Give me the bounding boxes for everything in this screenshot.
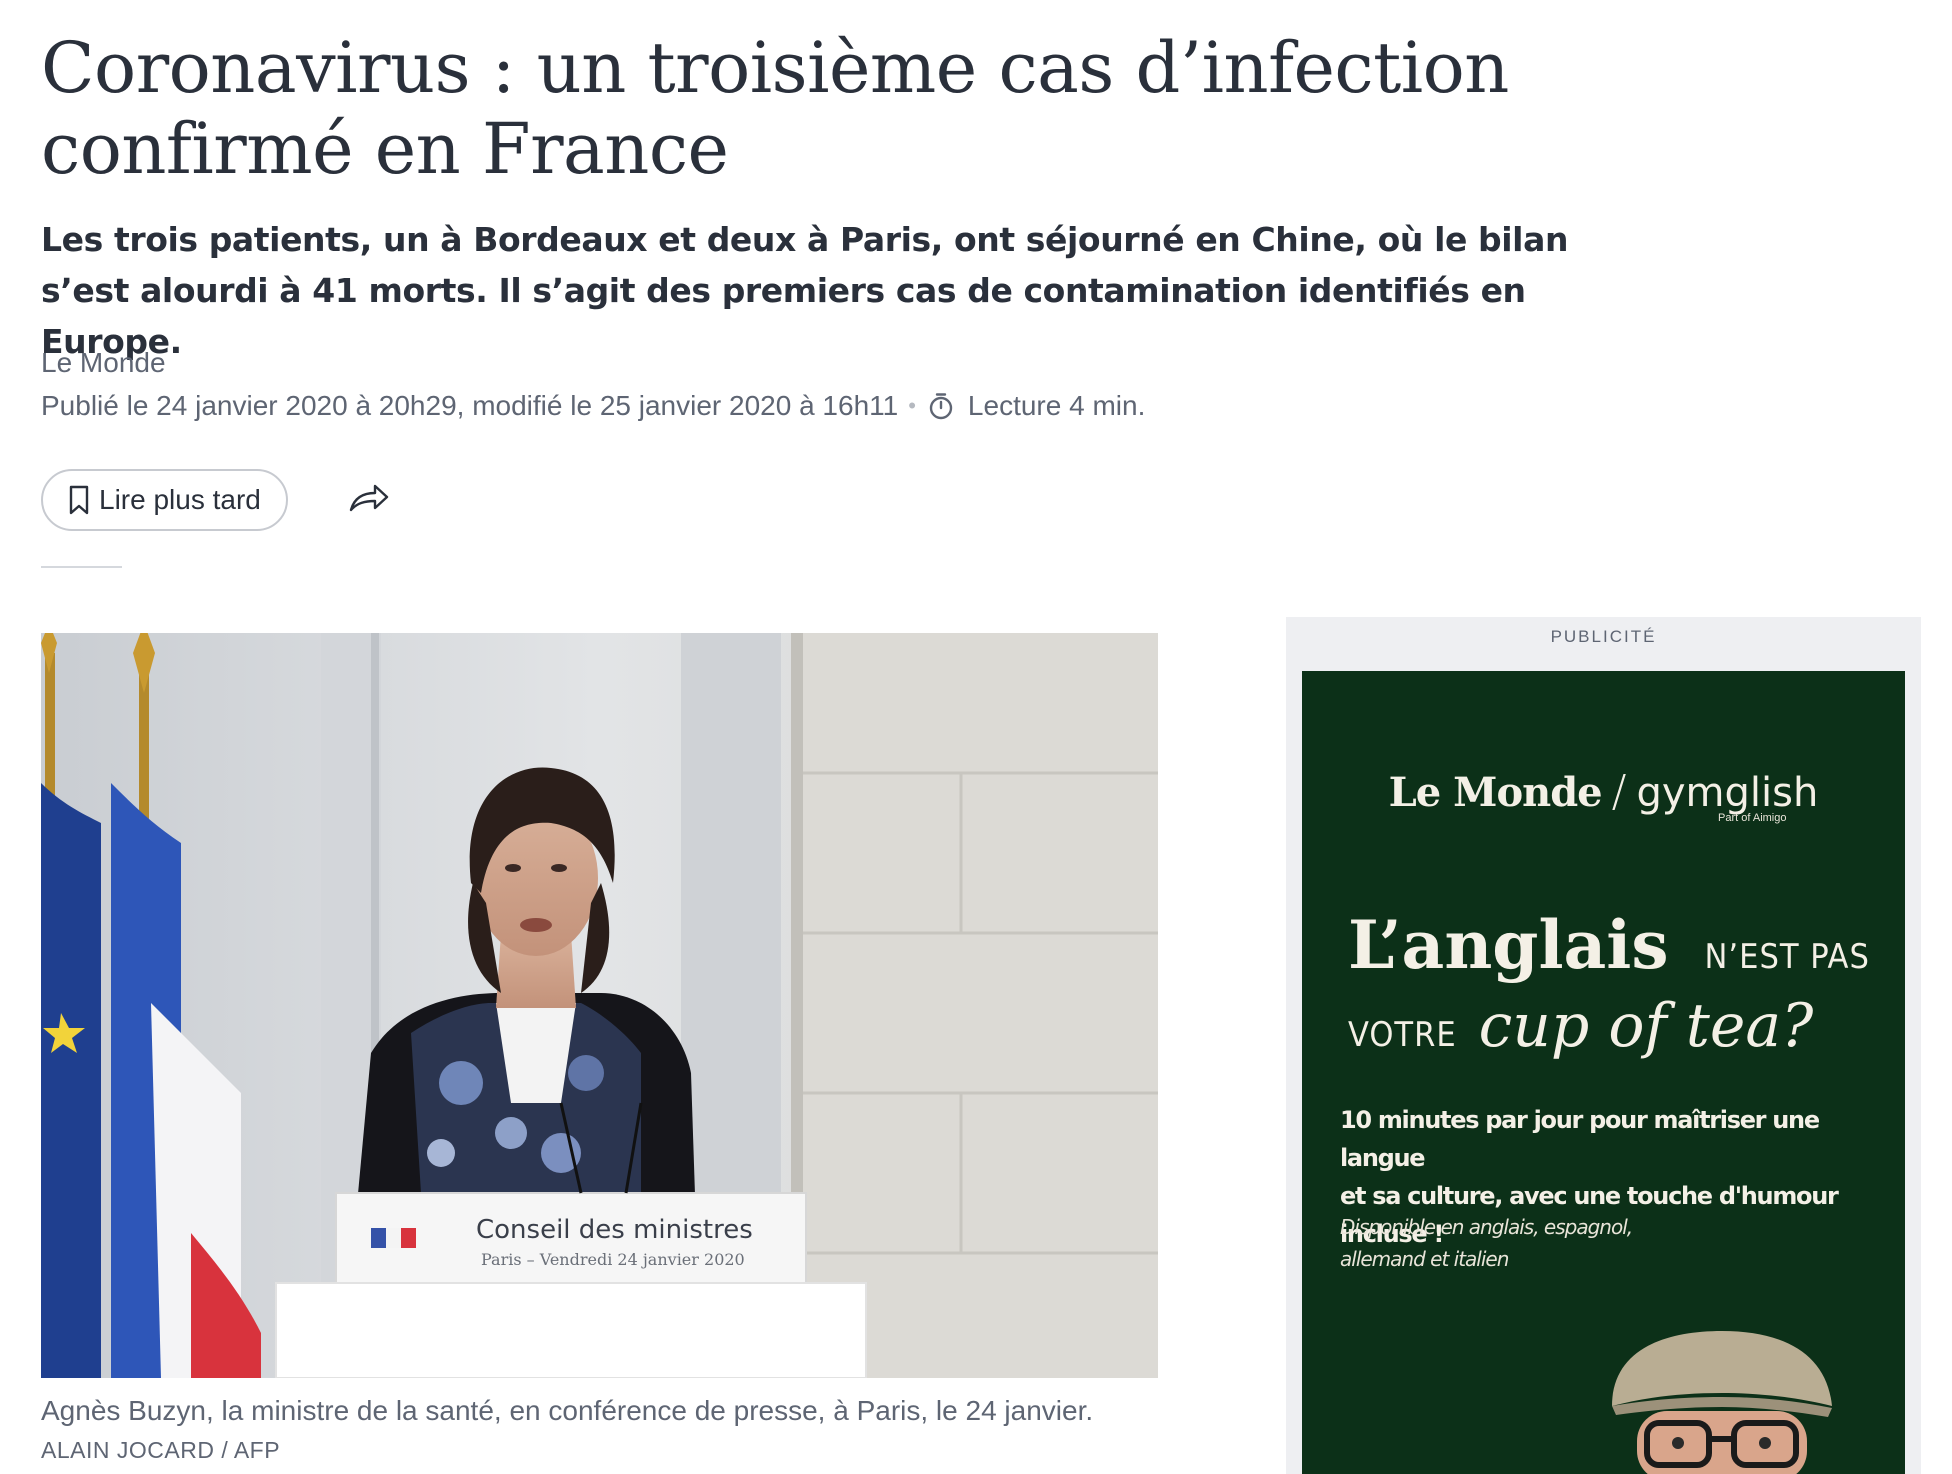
article-standfirst: Les trois patients, un à Bordeaux et deu… bbox=[41, 220, 1569, 361]
ad-label: PUBLICITÉ bbox=[1550, 627, 1657, 646]
ad-availability: Disponible en anglais, espagnol, alleman… bbox=[1340, 1211, 1660, 1275]
ad-headline-votre: VOTRE bbox=[1348, 1015, 1457, 1055]
ad-brand-gymglish: gymglish bbox=[1636, 770, 1819, 816]
timer-icon bbox=[926, 391, 956, 421]
ad-brand-sub: Part of Aimigo bbox=[1718, 812, 1787, 824]
meta-separator: • bbox=[908, 393, 916, 418]
read-later-button[interactable]: Lire plus tard bbox=[41, 469, 288, 531]
photo-credit: ALAIN JOCARD / AFP bbox=[41, 1437, 281, 1463]
ad-container: PUBLICITÉ Le Monde / gymglish Part of Aimi… bbox=[1286, 617, 1921, 1474]
article-meta: Publié le 24 janvier 2020 à 20h29, modif… bbox=[41, 388, 1145, 424]
ad-brand: Le Monde / gymglish bbox=[1302, 766, 1905, 817]
article-author[interactable]: Le Monde bbox=[41, 345, 166, 381]
photo-caption: Agnès Buzyn, la ministre de la santé, en… bbox=[41, 1395, 1094, 1426]
reading-time: Lecture 4 min. bbox=[967, 390, 1146, 421]
article-title: Coronavirus : un troisième cas d’infecti… bbox=[41, 27, 1509, 190]
ad-brand-separator: / bbox=[1611, 766, 1627, 817]
bookmark-icon bbox=[67, 484, 91, 516]
ad-illustration bbox=[1592, 1311, 1852, 1474]
podium-subtitle: Paris – Vendredi 24 janvier 2020 bbox=[481, 1250, 745, 1269]
ad-availability-line2: allemand et italien bbox=[1340, 1247, 1509, 1271]
ad-headline-small: N’EST PAS bbox=[1704, 937, 1870, 977]
ad-headline-big: L’anglais bbox=[1348, 906, 1669, 984]
article-photo[interactable]: Conseil des ministres Paris – Vendredi 2… bbox=[41, 633, 1158, 1378]
ad-brand-lemonde: Le Monde bbox=[1388, 769, 1603, 816]
section-divider bbox=[41, 566, 122, 568]
ad-headline-line1: L’anglais N’EST PAS bbox=[1348, 906, 1870, 984]
publication-date: Publié le 24 janvier 2020 à 20h29, modif… bbox=[41, 390, 899, 421]
ad-body-line1: 10 minutes par jour pour maîtriser une l… bbox=[1340, 1106, 1820, 1172]
ad-headline-line2: VOTRE cup of tea? bbox=[1348, 991, 1813, 1061]
ad-availability-line1: Disponible en anglais, espagnol, bbox=[1340, 1215, 1633, 1239]
share-button[interactable] bbox=[347, 481, 391, 519]
ad-banner[interactable]: Le Monde / gymglish Part of Aimigo L’angla… bbox=[1302, 671, 1905, 1474]
read-later-label: Lire plus tard bbox=[99, 484, 261, 515]
share-icon bbox=[348, 482, 390, 519]
podium-title: Conseil des ministres bbox=[476, 1215, 753, 1245]
ad-headline-script: cup of tea? bbox=[1478, 991, 1814, 1061]
